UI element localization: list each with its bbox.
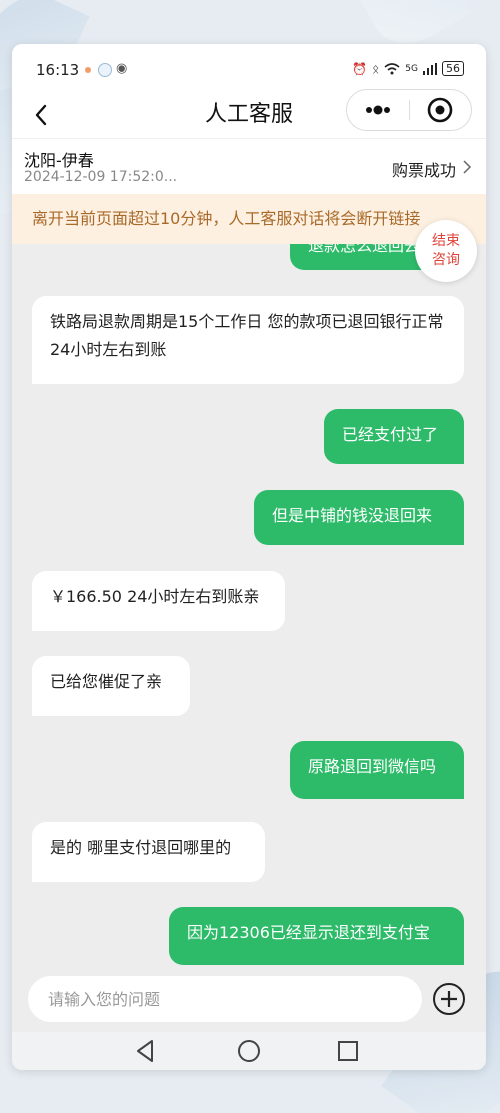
mini-program-capsule: [346, 89, 472, 131]
chevron-right-icon: [463, 160, 472, 174]
message-bubble-outgoing: 但是中铺的钱没退回来: [254, 490, 464, 545]
order-route: 沈阳-伊春: [24, 151, 94, 170]
signal-icon: [423, 62, 437, 75]
more-dots-icon[interactable]: [347, 90, 409, 130]
order-summary[interactable]: 沈阳-伊春 2024-12-09 17:52:0... 购票成功: [12, 138, 486, 195]
end-chat-label-line1: 结束: [432, 233, 460, 249]
phone-screen: 16:13 ◉ ⏰ ᛟ 5G 56 人工客服 沈阳-伊春 2024-12-09 …: [12, 44, 486, 1070]
alarm-icon: ⏰: [352, 61, 368, 76]
chat-area[interactable]: 退款怎么退回去 铁路局退款周期是15个工作日 您的款项已退回银行正常24小时左右…: [12, 244, 486, 968]
message-bubble-outgoing: 已经支付过了: [324, 409, 464, 464]
target-close-icon[interactable]: [410, 90, 471, 130]
back-triangle-icon[interactable]: [132, 1037, 160, 1065]
app-icon: [98, 63, 112, 77]
wifi-icon: [384, 62, 400, 74]
status-time: 16:13: [36, 61, 80, 79]
system-nav-bar: [12, 1032, 486, 1070]
recents-square-icon[interactable]: [334, 1037, 362, 1065]
nav-bar: 人工客服: [12, 89, 486, 138]
notification-icon: [85, 67, 91, 73]
add-button[interactable]: [432, 982, 466, 1016]
message-bubble-incoming: 已给您催促了亲: [32, 656, 190, 716]
question-input[interactable]: [28, 976, 422, 1022]
home-circle-icon[interactable]: [235, 1037, 263, 1065]
bluetooth-icon: ᛟ: [372, 61, 380, 76]
status-icons: ⏰ ᛟ 5G 56: [352, 61, 464, 76]
message-bubble-outgoing: 原路退回到微信吗: [290, 741, 464, 799]
status-bar: 16:13 ◉ ⏰ ᛟ 5G 56: [12, 44, 486, 92]
battery-icon: 56: [442, 61, 464, 76]
wechat-icon: ◉: [116, 61, 128, 76]
input-bar: [12, 968, 486, 1032]
message-bubble-incoming: 铁路局退款周期是15个工作日 您的款项已退回银行正常24小时左右到账: [32, 296, 464, 384]
message-bubble-incoming: ￥166.50 24小时左右到账亲: [32, 571, 285, 631]
end-chat-button[interactable]: 结束 咨询: [415, 220, 477, 282]
order-status: 购票成功: [391, 161, 456, 180]
message-bubble-incoming: 是的 哪里支付退回哪里的: [32, 822, 265, 882]
order-datetime: 2024-12-09 17:52:0...: [24, 169, 178, 185]
message-bubble-outgoing: 因为12306已经显示退还到支付宝: [169, 907, 464, 965]
network-type: 5G: [405, 63, 418, 74]
end-chat-label-line2: 咨询: [432, 252, 460, 268]
